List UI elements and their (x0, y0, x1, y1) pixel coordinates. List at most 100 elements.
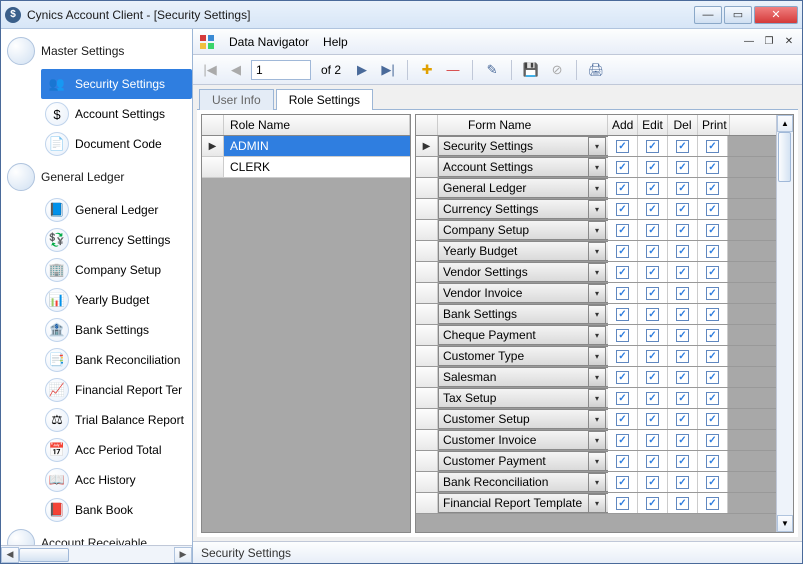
sidebar-item[interactable]: 💱Currency Settings (1, 225, 192, 255)
checkbox[interactable]: ✓ (706, 224, 719, 237)
checkbox[interactable]: ✓ (676, 413, 689, 426)
sidebar-item[interactable]: 📄Document Code (1, 129, 192, 159)
checkbox[interactable]: ✓ (616, 350, 629, 363)
checkbox[interactable]: ✓ (676, 287, 689, 300)
sidebar-item[interactable]: 📊Yearly Budget (1, 285, 192, 315)
form-row[interactable]: Tax Setup✓✓✓✓ (416, 388, 776, 409)
maximize-button[interactable]: ▭ (724, 6, 752, 24)
checkbox-cell[interactable]: ✓ (608, 262, 638, 282)
checkbox-cell[interactable]: ✓ (638, 304, 668, 324)
checkbox[interactable]: ✓ (706, 371, 719, 384)
checkbox-cell[interactable]: ✓ (638, 283, 668, 303)
checkbox[interactable]: ✓ (616, 140, 629, 153)
checkbox[interactable]: ✓ (706, 476, 719, 489)
checkbox-cell[interactable]: ✓ (608, 199, 638, 219)
checkbox-cell[interactable]: ✓ (698, 304, 728, 324)
checkbox-cell[interactable]: ✓ (698, 157, 728, 177)
sidebar-item[interactable]: 🏦Bank Settings (1, 315, 192, 345)
sidebar-item[interactable]: 👥Security Settings (41, 69, 192, 99)
checkbox[interactable]: ✓ (646, 392, 659, 405)
checkbox-cell[interactable]: ✓ (668, 472, 698, 492)
form-row[interactable]: Customer Type✓✓✓✓ (416, 346, 776, 367)
checkbox[interactable]: ✓ (676, 224, 689, 237)
checkbox-cell[interactable]: ✓ (608, 220, 638, 240)
form-grid-header-add[interactable]: Add (608, 115, 638, 135)
form-name-dropdown[interactable]: Bank Settings (438, 304, 608, 324)
form-grid-vscroll[interactable]: ▲ ▼ (776, 115, 793, 532)
checkbox[interactable]: ✓ (676, 497, 689, 510)
form-name-dropdown[interactable]: Customer Payment (438, 451, 608, 471)
checkbox-cell[interactable]: ✓ (638, 472, 668, 492)
checkbox[interactable]: ✓ (646, 287, 659, 300)
checkbox-cell[interactable]: ✓ (698, 178, 728, 198)
checkbox-cell[interactable]: ✓ (638, 220, 668, 240)
form-row[interactable]: Customer Payment✓✓✓✓ (416, 451, 776, 472)
role-row[interactable]: CLERK (202, 157, 410, 178)
hscroll-thumb[interactable] (19, 548, 69, 562)
checkbox-cell[interactable]: ✓ (608, 157, 638, 177)
checkbox-cell[interactable]: ✓ (638, 346, 668, 366)
sidebar-item[interactable]: $Account Settings (1, 99, 192, 129)
form-name-dropdown[interactable]: Company Setup (438, 220, 608, 240)
form-name-dropdown[interactable]: Vendor Invoice (438, 283, 608, 303)
save-button[interactable]: 💾 (520, 59, 542, 81)
checkbox[interactable]: ✓ (646, 182, 659, 195)
checkbox[interactable]: ✓ (646, 245, 659, 258)
form-name-dropdown[interactable]: Salesman (438, 367, 608, 387)
checkbox-cell[interactable]: ✓ (698, 241, 728, 261)
checkbox[interactable]: ✓ (646, 455, 659, 468)
checkbox-cell[interactable]: ✓ (668, 493, 698, 513)
form-row[interactable]: General Ledger✓✓✓✓ (416, 178, 776, 199)
checkbox-cell[interactable]: ✓ (608, 451, 638, 471)
form-row[interactable]: Company Setup✓✓✓✓ (416, 220, 776, 241)
tab-user-info[interactable]: User Info (199, 89, 274, 110)
form-row[interactable]: Bank Settings✓✓✓✓ (416, 304, 776, 325)
page-number-input[interactable] (251, 60, 311, 80)
checkbox-cell[interactable]: ✓ (668, 220, 698, 240)
checkbox-cell[interactable]: ✓ (698, 430, 728, 450)
tab-role-settings[interactable]: Role Settings (276, 89, 373, 110)
menu-data-navigator[interactable]: Data Navigator (229, 35, 309, 49)
checkbox-cell[interactable]: ✓ (668, 136, 698, 156)
checkbox[interactable]: ✓ (616, 497, 629, 510)
form-name-dropdown[interactable]: Tax Setup (438, 388, 608, 408)
checkbox[interactable]: ✓ (676, 140, 689, 153)
checkbox-cell[interactable]: ✓ (608, 493, 638, 513)
checkbox[interactable]: ✓ (706, 266, 719, 279)
checkbox-cell[interactable]: ✓ (668, 241, 698, 261)
add-record-button[interactable]: ✚ (416, 59, 438, 81)
cancel-button[interactable]: ⊘ (546, 59, 568, 81)
checkbox[interactable]: ✓ (706, 203, 719, 216)
checkbox-cell[interactable]: ✓ (608, 409, 638, 429)
checkbox-cell[interactable]: ✓ (668, 409, 698, 429)
checkbox[interactable]: ✓ (706, 497, 719, 510)
checkbox[interactable]: ✓ (706, 329, 719, 342)
checkbox-cell[interactable]: ✓ (698, 388, 728, 408)
checkbox-cell[interactable]: ✓ (608, 241, 638, 261)
checkbox[interactable]: ✓ (646, 308, 659, 321)
edit-record-button[interactable]: ✎ (481, 59, 503, 81)
checkbox[interactable]: ✓ (706, 287, 719, 300)
checkbox-cell[interactable]: ✓ (638, 430, 668, 450)
sidebar-item[interactable]: 📑Bank Reconciliation (1, 345, 192, 375)
form-row[interactable]: Customer Invoice✓✓✓✓ (416, 430, 776, 451)
checkbox-cell[interactable]: ✓ (638, 493, 668, 513)
form-grid-header-form[interactable]: Form Name (438, 115, 608, 135)
sidebar-group[interactable]: Account Receivable (1, 525, 192, 545)
form-grid-header-print[interactable]: Print (698, 115, 730, 135)
form-name-dropdown[interactable]: Currency Settings (438, 199, 608, 219)
mdi-minimize-button[interactable]: — (742, 35, 756, 49)
checkbox-cell[interactable]: ✓ (668, 283, 698, 303)
form-grid-header-del[interactable]: Del (668, 115, 698, 135)
checkbox-cell[interactable]: ✓ (638, 157, 668, 177)
checkbox[interactable]: ✓ (676, 245, 689, 258)
checkbox-cell[interactable]: ✓ (638, 241, 668, 261)
checkbox[interactable]: ✓ (616, 266, 629, 279)
checkbox[interactable]: ✓ (646, 371, 659, 384)
form-name-dropdown[interactable]: Account Settings (438, 157, 608, 177)
checkbox[interactable]: ✓ (646, 224, 659, 237)
form-row[interactable]: Financial Report Template✓✓✓✓ (416, 493, 776, 514)
scroll-down-button[interactable]: ▼ (777, 515, 793, 532)
checkbox-cell[interactable]: ✓ (638, 136, 668, 156)
checkbox[interactable]: ✓ (676, 476, 689, 489)
